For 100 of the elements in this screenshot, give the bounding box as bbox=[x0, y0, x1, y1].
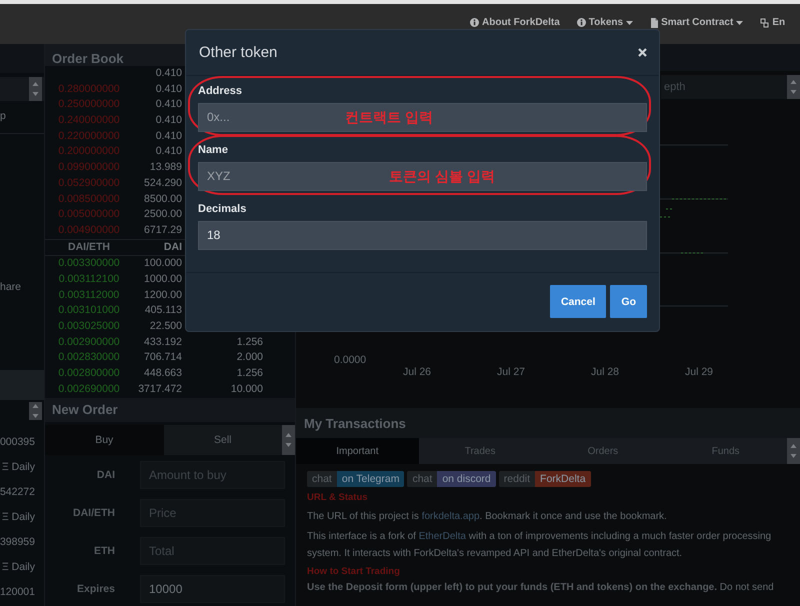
label-text: hare bbox=[0, 280, 22, 294]
total-cell-text: 2.000 bbox=[236, 350, 264, 366]
info-icon bbox=[470, 18, 479, 27]
badge-value: ForkDelta bbox=[535, 471, 591, 487]
amount-cell-text: 706.714 bbox=[143, 350, 182, 366]
price-cell-text: 0.002900000 bbox=[57, 334, 121, 350]
panel-title: My Transactions bbox=[296, 408, 800, 438]
amount-cell-text: 8500.00 bbox=[143, 192, 182, 206]
chat-badge[interactable]: reddit ForkDelta bbox=[498, 471, 591, 487]
select-field[interactable] bbox=[0, 77, 44, 101]
paragraph: This interface is a fork of EtherDelta with a ton of improvements including a much faster order processing system. It interacts with ForkDelta's revamped API and EtherDelta's original contract. bbox=[307, 530, 772, 561]
dialog-title: Other token bbox=[199, 44, 278, 61]
nav-link[interactable]: About ForkDelta bbox=[470, 17, 560, 28]
column-header: DAI bbox=[162, 240, 182, 255]
tab[interactable]: Trades bbox=[418, 438, 542, 464]
price-cell-text: 0.003101000 bbox=[57, 303, 121, 318]
link[interactable]: forkdelta.app bbox=[422, 511, 480, 522]
scroll-arrows-icon[interactable] bbox=[282, 425, 295, 455]
field-label: Decimals bbox=[198, 203, 248, 215]
period-text: Ξ Daily bbox=[2, 560, 35, 574]
value-text: 542272 bbox=[0, 485, 35, 499]
badge-value: on Telegram bbox=[336, 471, 404, 487]
go-button[interactable]: Go bbox=[610, 285, 647, 318]
amount-cell-text: 6717.29 bbox=[143, 222, 182, 238]
tab[interactable]: Buy bbox=[45, 425, 164, 455]
price-cell-text: 0.002800000 bbox=[57, 366, 121, 382]
section-heading: How to Start Trading bbox=[307, 565, 401, 579]
caret-icon bbox=[626, 20, 634, 24]
amount-cell-text: 3717.472 bbox=[137, 382, 182, 397]
amount-cell-text: 0.410 bbox=[154, 128, 182, 144]
price-cell-text: 0.220000000 bbox=[57, 128, 121, 144]
chat-badge[interactable]: chat on discord bbox=[407, 471, 496, 487]
price-cell-text: 0.003300000 bbox=[57, 256, 121, 272]
price-cell-text: 0.002830000 bbox=[57, 350, 121, 366]
price-cell-text: 0.008500000 bbox=[57, 192, 121, 206]
annotation-text: 컨트랙트 입력 bbox=[345, 108, 433, 127]
amount-cell-text: 1000.00 bbox=[143, 272, 182, 287]
price-cell-text: 0.002690000 bbox=[57, 382, 121, 397]
value-text: 398959 bbox=[0, 535, 35, 549]
badge-label: chat bbox=[311, 472, 333, 487]
price-cell-text: 0.004900000 bbox=[57, 222, 121, 238]
scroll-arrows-icon[interactable] bbox=[787, 75, 800, 99]
scroll-arrows-icon[interactable] bbox=[29, 77, 42, 101]
field-label: Name bbox=[198, 144, 229, 156]
close-icon bbox=[638, 48, 647, 57]
amount-cell-text: 22.500 bbox=[148, 319, 182, 334]
amount-cell-text: 524.290 bbox=[143, 176, 182, 191]
price-cell-text: 0.003112000 bbox=[58, 288, 120, 303]
info-icon bbox=[576, 18, 586, 27]
field-label: DAI bbox=[96, 469, 115, 481]
total-cell-text: 1.256 bbox=[236, 366, 264, 382]
panel-title: New Order bbox=[45, 398, 295, 422]
tab[interactable]: Funds bbox=[664, 438, 787, 464]
scroll-arrows-icon[interactable] bbox=[787, 438, 800, 464]
value-text: 000395 bbox=[0, 435, 35, 449]
nav-link[interactable]: En bbox=[760, 17, 786, 28]
total-cell-text: 1.256 bbox=[236, 334, 264, 350]
price-cell-text: 0.240000000 bbox=[57, 113, 121, 128]
price-cell-text: 0.005000000 bbox=[57, 207, 121, 222]
input-field[interactable]: 0x... 컨트랙트 입력 bbox=[198, 103, 647, 132]
price-cell-text: 0.052900000 bbox=[57, 176, 121, 191]
amount-cell-text: 100.000 bbox=[143, 256, 182, 272]
column-header: DAI/ETH bbox=[67, 240, 111, 255]
caret-icon bbox=[736, 20, 744, 24]
amount-cell-text: 0.410 bbox=[154, 113, 182, 128]
input-field[interactable]: 10000 bbox=[140, 575, 285, 603]
document-icon bbox=[650, 18, 658, 28]
field-label: Expires bbox=[76, 583, 115, 595]
badge-label: reddit bbox=[502, 472, 532, 487]
paragraph: The URL of this project is forkdelta.app. Bookmark it once and use the bookmark. bbox=[307, 510, 668, 524]
paragraph: Use the Deposit form (upper left) to put your funds (ETH and tokens) on the exchange. Do not send bbox=[307, 582, 775, 594]
field-label: ETH bbox=[93, 545, 115, 557]
price-cell-text: 0.003025000 bbox=[57, 319, 121, 334]
badge-value: on discord bbox=[437, 471, 496, 487]
cancel-button[interactable]: Cancel bbox=[550, 285, 606, 318]
badge-label: chat bbox=[411, 472, 434, 487]
nav-link[interactable]: Tokens bbox=[576, 17, 634, 28]
scroll-arrows-icon[interactable] bbox=[29, 402, 42, 420]
amount-cell-text: 13.989 bbox=[148, 160, 182, 176]
axis-label: Jul 28 bbox=[590, 366, 620, 378]
chat-badge[interactable]: chat on Telegram bbox=[307, 471, 404, 487]
value-text: 120001 bbox=[0, 585, 35, 599]
price-cell-text: 0.200000000 bbox=[57, 144, 121, 160]
tab[interactable]: Sell bbox=[164, 425, 282, 455]
amount-cell-text: 448.663 bbox=[143, 366, 182, 382]
nav-link[interactable]: Smart Contract bbox=[650, 17, 744, 28]
link[interactable]: EtherDelta bbox=[418, 531, 466, 542]
tab[interactable]: Important bbox=[296, 438, 419, 464]
price-cell-text: 0.280000000 bbox=[57, 82, 121, 97]
close-button[interactable] bbox=[638, 48, 647, 57]
input-field[interactable]: 18 bbox=[198, 221, 647, 250]
axis-label: Jul 26 bbox=[402, 366, 432, 378]
price-cell-text: 0.003112100 bbox=[58, 272, 120, 287]
amount-cell-text: 2500.00 bbox=[143, 207, 182, 222]
amount-cell-text: 0.410 bbox=[154, 97, 182, 112]
input-field[interactable]: XYZ 토큰의 심볼 입력 bbox=[198, 162, 647, 191]
tab[interactable]: Orders bbox=[542, 438, 664, 464]
price-cell-text: 0.099000000 bbox=[57, 160, 121, 176]
total-cell-text: 10.000 bbox=[230, 382, 264, 397]
amount-cell-text: 405.113 bbox=[144, 303, 182, 318]
